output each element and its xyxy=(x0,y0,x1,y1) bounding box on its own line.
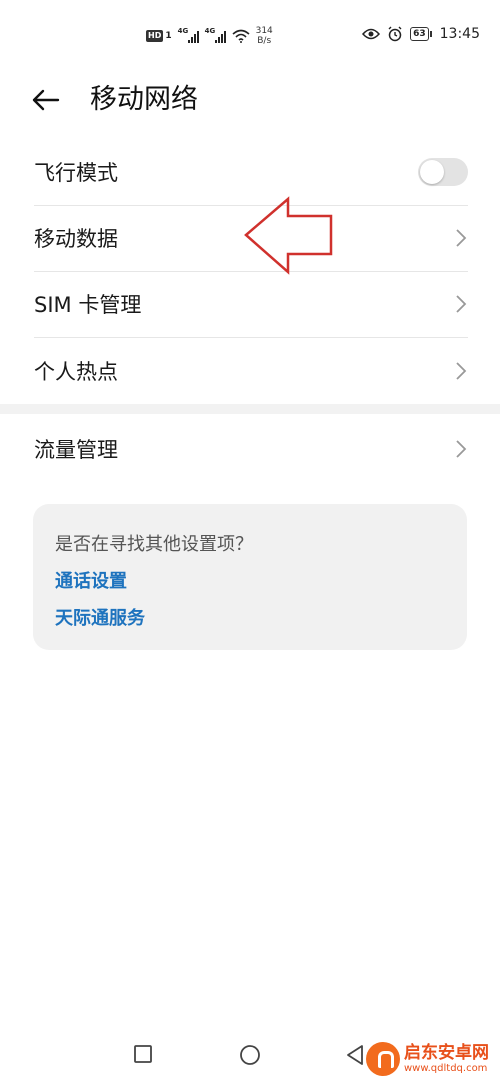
call-settings-link[interactable]: 通话设置 xyxy=(55,567,127,593)
skytone-service-link[interactable]: 天际通服务 xyxy=(55,604,145,630)
signal-icon: 4G xyxy=(205,27,226,43)
mobile-data-label: 移动数据 xyxy=(34,227,118,251)
status-left-icons: HD 1 4G 4G 314 B/s xyxy=(146,26,273,46)
chevron-right-icon xyxy=(454,226,468,250)
status-bar: HD 1 4G 4G 314 B/s 63 13:45 xyxy=(0,0,500,72)
watermark-title: 启东安卓网 xyxy=(404,1043,489,1063)
status-right-icons: 63 13:45 xyxy=(362,26,480,42)
data-usage-row[interactable]: 流量管理 xyxy=(34,416,468,482)
chevron-right-icon xyxy=(454,292,468,316)
section-separator xyxy=(0,404,500,414)
chevron-right-icon xyxy=(454,359,468,383)
hotspot-row[interactable]: 个人热点 xyxy=(34,338,468,404)
hotspot-label: 个人热点 xyxy=(34,360,118,384)
airplane-mode-label: 飞行模式 xyxy=(34,161,118,185)
signal-icon: 4G xyxy=(178,27,199,43)
triangle-back-icon[interactable] xyxy=(345,1044,365,1066)
wifi-icon xyxy=(232,29,250,43)
network-speed: 314 B/s xyxy=(255,26,273,46)
alarm-icon xyxy=(388,26,402,42)
page-title: 移动网络 xyxy=(90,84,198,115)
watermark-url: www.qdltdq.com xyxy=(404,1063,488,1074)
sim-index: 1 xyxy=(165,31,172,41)
sim-management-row[interactable]: SIM 卡管理 xyxy=(34,271,468,337)
battery-icon: 63 xyxy=(410,27,432,41)
circle-icon[interactable] xyxy=(239,1044,261,1066)
suggestion-question: 是否在寻找其他设置项？ xyxy=(55,534,253,555)
data-usage-label: 流量管理 xyxy=(34,438,118,462)
clock: 13:45 xyxy=(439,26,480,42)
eye-icon xyxy=(362,28,381,40)
square-icon[interactable] xyxy=(133,1044,153,1064)
watermark: 启东安卓网 www.qdltdq.com xyxy=(366,1036,496,1082)
suggestion-card: 是否在寻找其他设置项？ 通话设置 天际通服务 xyxy=(33,504,467,650)
back-button[interactable] xyxy=(30,80,70,120)
hd-badge: HD xyxy=(146,30,164,42)
arrow-left-icon xyxy=(32,89,60,111)
watermark-logo-icon xyxy=(366,1042,400,1076)
sim-management-label: SIM 卡管理 xyxy=(34,293,142,317)
chevron-right-icon xyxy=(454,437,468,461)
airplane-mode-toggle[interactable] xyxy=(418,158,468,186)
annotation-arrow-icon xyxy=(244,196,333,275)
